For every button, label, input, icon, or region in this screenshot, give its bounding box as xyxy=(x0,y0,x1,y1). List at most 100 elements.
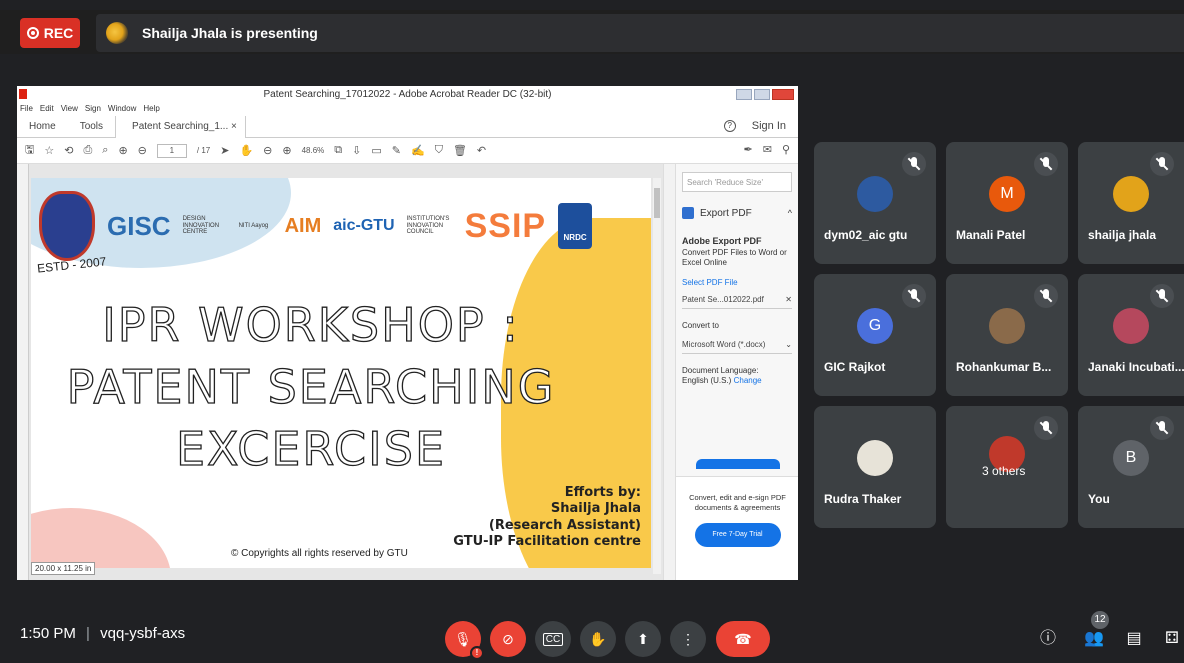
free-trial-button[interactable]: Free 7-Day Trial xyxy=(694,522,781,547)
participant-tile[interactable]: Rudra Thaker xyxy=(814,406,936,528)
convert-to-select[interactable]: Microsoft Word (*.docx) ⌄ xyxy=(682,336,792,354)
select-tool-icon[interactable]: ➤ xyxy=(220,144,229,157)
mic-toggle-button[interactable]: 🎙 ! xyxy=(445,621,484,660)
tab-document[interactable]: Patent Searching_1... × xyxy=(115,115,246,138)
info-icon[interactable]: ⓘ xyxy=(1036,627,1060,651)
activities-icon[interactable]: ⚃ xyxy=(1160,627,1184,651)
avatar xyxy=(1113,176,1149,212)
participant-name: Manali Patel xyxy=(956,228,1026,242)
left-panel-toggle[interactable] xyxy=(17,164,29,580)
participant-tile[interactable]: M Manali Patel xyxy=(946,142,1068,264)
alert-icon: ! xyxy=(470,646,484,660)
select-pdf-file-link[interactable]: Select PDF File xyxy=(682,278,792,287)
more-options-button[interactable]: ⋮ xyxy=(670,621,706,657)
undo-icon[interactable]: ↶ xyxy=(477,144,486,157)
zoom-level[interactable]: 48.6% xyxy=(302,146,325,155)
participant-tile[interactable]: dym02_aic gtu xyxy=(814,142,936,264)
prev-page-icon[interactable]: ⊕ xyxy=(118,144,127,157)
stamp-icon[interactable]: ⛉ xyxy=(435,144,443,157)
ssip-logo: SSIP xyxy=(464,206,547,245)
presenting-text: Shailja Jhala is presenting xyxy=(142,25,318,41)
page-size-tag: 20.00 x 11.25 in xyxy=(31,562,96,575)
participant-tile[interactable]: B You xyxy=(1078,406,1184,528)
window-title: Patent Searching_17012022 - Adobe Acroba… xyxy=(263,89,552,100)
copyright-text: © Copyrights all rights reserved by GTU xyxy=(231,548,408,559)
account-icon[interactable]: ⚲ xyxy=(782,143,790,156)
raise-hand-button[interactable]: ✋ xyxy=(580,621,616,657)
record-icon xyxy=(26,27,39,39)
fit-page-icon[interactable]: ⧉ xyxy=(334,144,342,157)
participant-name: Rohankumar B... xyxy=(956,360,1052,374)
export-section-title: Adobe Export PDF xyxy=(682,236,762,246)
scroll-mode-icon[interactable]: ⇩ xyxy=(352,144,361,157)
presenter-avatar xyxy=(106,22,128,44)
dic-logo: DESIGN INNOVATION CENTRE xyxy=(182,216,220,236)
participant-name: GIC Rajkot xyxy=(824,360,886,374)
more-vert-icon: ⋮ xyxy=(681,630,695,647)
help-icon[interactable]: ? xyxy=(723,120,736,132)
participant-tile[interactable]: shailja jhala xyxy=(1078,142,1184,264)
menu-edit[interactable]: Edit xyxy=(40,104,54,116)
export-pdf-header[interactable]: Export PDF ^ xyxy=(682,202,792,224)
convert-button[interactable] xyxy=(696,459,780,469)
share-icon[interactable]: ⟲ xyxy=(64,144,73,157)
participant-tile[interactable]: Janaki Incubati... xyxy=(1078,274,1184,396)
menu-sign[interactable]: Sign xyxy=(85,104,101,116)
minimize-icon[interactable] xyxy=(736,89,752,100)
mic-off-icon: 🎙 xyxy=(454,630,472,647)
zoom-out-icon[interactable]: ⊖ xyxy=(263,144,272,157)
zoom-in-icon[interactable]: ⊕ xyxy=(282,144,291,157)
page-number-input[interactable]: 1 xyxy=(156,143,187,158)
participant-tile[interactable]: 3 others xyxy=(946,406,1068,528)
menu-window[interactable]: Window xyxy=(108,104,136,116)
delete-icon[interactable]: 🗑 xyxy=(453,144,467,157)
save-icon[interactable]: 🖫 xyxy=(25,141,34,160)
mic-off-icon xyxy=(1034,284,1058,308)
chevron-up-icon[interactable]: ^ xyxy=(788,208,792,218)
fill-sign-icon[interactable]: ✒ xyxy=(744,143,753,156)
next-page-icon[interactable]: ⊖ xyxy=(138,144,147,157)
menu-file[interactable]: File xyxy=(20,104,33,116)
meeting-code: vqq-ysbf-axs xyxy=(100,625,186,642)
tab-tools[interactable]: Tools xyxy=(68,121,115,132)
export-pdf-icon xyxy=(682,207,694,219)
print-icon[interactable]: ⎙ xyxy=(83,144,92,157)
tools-pane: Search 'Reduce Size' Export PDF ^ Adobe … xyxy=(675,164,798,580)
selected-file-field[interactable]: Patent Se...012022.pdf ✕ xyxy=(682,291,792,310)
menu-view[interactable]: View xyxy=(61,104,78,116)
camera-toggle-button[interactable]: ⊘ xyxy=(490,621,526,657)
bookmark-icon[interactable]: ☆ xyxy=(44,144,54,157)
leave-call-button[interactable]: ☎ xyxy=(716,621,770,657)
efforts-org: GTU-IP Facilitation centre xyxy=(453,533,641,549)
right-panel-toggle[interactable] xyxy=(663,164,675,580)
efforts-name: Shailja Jhala xyxy=(550,501,641,517)
people-icon[interactable]: 👥 xyxy=(1082,627,1106,651)
change-language-link[interactable]: Change xyxy=(734,376,762,385)
captions-button[interactable]: CC xyxy=(535,621,571,657)
promo-panel: Convert, edit and e-sign PDF documents &… xyxy=(676,476,798,580)
draw-icon[interactable]: ✍ xyxy=(411,144,425,157)
close-window-icon[interactable] xyxy=(772,89,794,100)
sign-in-button[interactable]: Sign In xyxy=(752,120,786,132)
participant-tile[interactable]: G GIC Rajkot xyxy=(814,274,936,396)
aic-gtu-logo: aic-GTU xyxy=(333,217,395,234)
tools-search-input[interactable]: Search 'Reduce Size' xyxy=(682,172,792,192)
convert-to-label: Convert to xyxy=(682,321,719,331)
remove-file-icon[interactable]: ✕ xyxy=(785,295,792,304)
participant-name: Rudra Thaker xyxy=(824,492,902,506)
menu-help[interactable]: Help xyxy=(143,104,159,116)
participant-name: shailja jhala xyxy=(1088,228,1157,242)
search-icon[interactable]: ⌕ xyxy=(102,144,108,157)
document-scrollbar[interactable] xyxy=(653,178,661,574)
maximize-icon[interactable] xyxy=(754,89,770,100)
hand-tool-icon[interactable]: ✋ xyxy=(239,144,253,157)
doc-language: Document Language: English (U.S.) Change xyxy=(682,366,792,387)
present-button[interactable]: ⬆ xyxy=(625,621,661,657)
highlight-icon[interactable]: ✎ xyxy=(392,144,401,157)
participant-tile[interactable]: Rohankumar B... xyxy=(946,274,1068,396)
mail-icon[interactable]: ✉ xyxy=(763,143,772,156)
tab-home[interactable]: Home xyxy=(17,121,68,132)
mic-off-icon xyxy=(1034,152,1058,176)
comment-icon[interactable]: ▭ xyxy=(371,144,381,157)
chat-icon[interactable]: ▤ xyxy=(1122,627,1146,651)
